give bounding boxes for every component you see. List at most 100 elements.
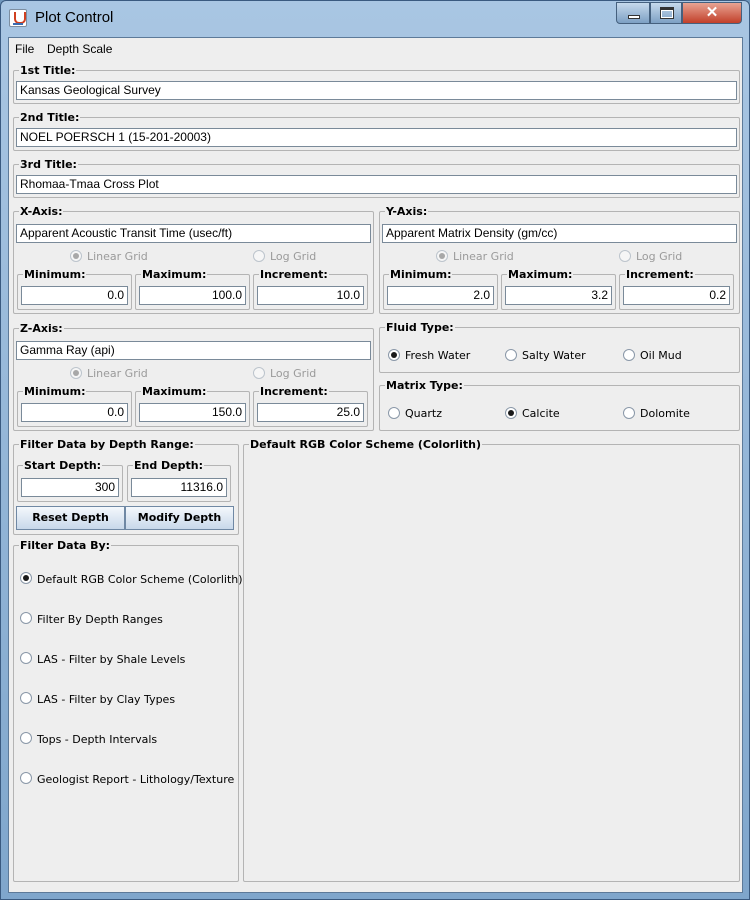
salty-water-radio[interactable]	[505, 349, 517, 361]
matrix-type-group: Matrix Type: Quartz Calcite Dolomite	[379, 379, 740, 431]
y-linear-grid-label: Linear Grid	[453, 250, 514, 263]
filter-depth-ranges-radio[interactable]	[20, 612, 32, 624]
filter-shale-levels-label: LAS - Filter by Shale Levels	[37, 653, 186, 666]
z-maximum-label: Maximum:	[141, 385, 208, 398]
y-axis-label: Y-Axis:	[385, 205, 429, 218]
matrix-type-label: Matrix Type:	[385, 379, 464, 392]
x-log-grid-label: Log Grid	[270, 250, 317, 263]
quartz-radio[interactable]	[388, 407, 400, 419]
y-axis-group: Y-Axis: Apparent Matrix Density (gm/cc) …	[379, 205, 740, 314]
z-log-grid-radio[interactable]	[253, 367, 265, 379]
z-axis-label: Z-Axis:	[19, 322, 64, 335]
z-linear-grid-radio[interactable]	[70, 367, 82, 379]
second-title-input[interactable]: NOEL POERSCH 1 (15-201-20003)	[16, 128, 737, 147]
x-increment-input[interactable]: 10.0	[257, 286, 364, 305]
reset-depth-button[interactable]: Reset Depth	[16, 506, 125, 530]
z-increment-input[interactable]: 25.0	[257, 403, 364, 422]
third-title-input[interactable]: Rhomaa-Tmaa Cross Plot	[16, 175, 737, 194]
y-increment-label: Increment:	[625, 268, 695, 281]
fresh-water-radio[interactable]	[388, 349, 400, 361]
filter-default-rgb-label: Default RGB Color Scheme (Colorlith)	[37, 573, 243, 586]
z-minimum-input[interactable]: 0.0	[21, 403, 128, 422]
z-minimum-group: Minimum: 0.0	[17, 385, 132, 427]
start-depth-label: Start Depth:	[23, 459, 103, 472]
filter-shale-levels-radio[interactable]	[20, 652, 32, 664]
fluid-type-label: Fluid Type:	[385, 321, 455, 334]
plot-control-window: Plot Control ✕ File Depth Scale 1st Titl…	[0, 0, 750, 900]
menu-bar: File Depth Scale	[9, 38, 742, 60]
minimize-icon	[628, 15, 640, 19]
x-maximum-group: Maximum: 100.0	[135, 268, 250, 310]
start-depth-input[interactable]: 300	[21, 478, 119, 497]
filter-tops-intervals-radio[interactable]	[20, 732, 32, 744]
title-bar[interactable]: Plot Control ✕	[1, 1, 749, 37]
first-title-input[interactable]: Kansas Geological Survey	[16, 81, 737, 100]
x-minimum-input[interactable]: 0.0	[21, 286, 128, 305]
y-axis-title-input[interactable]: Apparent Matrix Density (gm/cc)	[382, 224, 737, 243]
filter-geologist-report-radio[interactable]	[20, 772, 32, 784]
z-maximum-group: Maximum: 150.0	[135, 385, 250, 427]
y-maximum-label: Maximum:	[507, 268, 574, 281]
oil-mud-radio[interactable]	[623, 349, 635, 361]
filter-clay-types-radio[interactable]	[20, 692, 32, 704]
calcite-radio[interactable]	[505, 407, 517, 419]
filter-default-rgb-radio[interactable]	[20, 572, 32, 584]
y-maximum-input[interactable]: 3.2	[505, 286, 612, 305]
close-button[interactable]: ✕	[682, 2, 742, 24]
menu-file[interactable]: File	[15, 42, 34, 56]
close-icon: ✕	[705, 4, 719, 21]
x-increment-label: Increment:	[259, 268, 329, 281]
third-title-group: 3rd Title: Rhomaa-Tmaa Cross Plot	[13, 158, 740, 198]
y-log-grid-label: Log Grid	[636, 250, 683, 263]
x-linear-grid-radio[interactable]	[70, 250, 82, 262]
x-maximum-label: Maximum:	[141, 268, 208, 281]
x-log-grid-radio[interactable]	[253, 250, 265, 262]
end-depth-group: End Depth: 11316.0	[127, 459, 231, 502]
filter-depth-ranges-label: Filter By Depth Ranges	[37, 613, 163, 626]
x-maximum-input[interactable]: 100.0	[139, 286, 246, 305]
modify-depth-button[interactable]: Modify Depth	[125, 506, 234, 530]
z-log-grid-label: Log Grid	[270, 367, 317, 380]
x-minimum-group: Minimum: 0.0	[17, 268, 132, 310]
third-title-label: 3rd Title:	[19, 158, 78, 171]
y-minimum-label: Minimum:	[389, 268, 453, 281]
oil-mud-label: Oil Mud	[640, 349, 682, 362]
dolomite-label: Dolomite	[640, 407, 690, 420]
z-axis-group: Z-Axis: Gamma Ray (api) Linear Grid Log …	[13, 322, 374, 431]
filter-clay-types-label: LAS - Filter by Clay Types	[37, 693, 176, 706]
first-title-group: 1st Title: Kansas Geological Survey	[13, 64, 740, 104]
z-axis-title-input[interactable]: Gamma Ray (api)	[16, 341, 371, 360]
y-log-grid-radio[interactable]	[619, 250, 631, 262]
depth-range-group: Filter Data by Depth Range: Start Depth:…	[13, 438, 239, 535]
x-minimum-label: Minimum:	[23, 268, 87, 281]
z-maximum-input[interactable]: 150.0	[139, 403, 246, 422]
y-linear-grid-radio[interactable]	[436, 250, 448, 262]
second-title-label: 2nd Title:	[19, 111, 81, 124]
x-axis-label: X-Axis:	[19, 205, 64, 218]
maximize-button[interactable]	[650, 2, 682, 24]
window-title: Plot Control	[35, 9, 114, 26]
depth-range-label: Filter Data by Depth Range:	[19, 438, 195, 451]
minimize-button[interactable]	[616, 2, 650, 24]
dolomite-radio[interactable]	[623, 407, 635, 419]
y-minimum-input[interactable]: 2.0	[387, 286, 494, 305]
z-minimum-label: Minimum:	[23, 385, 87, 398]
fluid-type-group: Fluid Type: Fresh Water Salty Water Oil …	[379, 321, 740, 373]
y-minimum-group: Minimum: 2.0	[383, 268, 498, 310]
filter-data-by-label: Filter Data By:	[19, 539, 112, 552]
end-depth-input[interactable]: 11316.0	[131, 478, 227, 497]
y-increment-input[interactable]: 0.2	[623, 286, 730, 305]
x-increment-group: Increment: 10.0	[253, 268, 368, 310]
x-linear-grid-label: Linear Grid	[87, 250, 148, 263]
color-scheme-label: Default RGB Color Scheme (Colorlith)	[249, 438, 482, 451]
menu-depth-scale[interactable]: Depth Scale	[47, 42, 112, 56]
filter-tops-intervals-label: Tops - Depth Intervals	[37, 733, 158, 746]
y-increment-group: Increment: 0.2	[619, 268, 734, 310]
x-axis-title-input[interactable]: Apparent Acoustic Transit Time (usec/ft)	[16, 224, 371, 243]
z-increment-label: Increment:	[259, 385, 329, 398]
end-depth-label: End Depth:	[133, 459, 205, 472]
color-scheme-panel: Default RGB Color Scheme (Colorlith)	[243, 438, 740, 882]
x-axis-group: X-Axis: Apparent Acoustic Transit Time (…	[13, 205, 374, 314]
client-area: File Depth Scale 1st Title: Kansas Geolo…	[8, 37, 743, 893]
z-increment-group: Increment: 25.0	[253, 385, 368, 427]
